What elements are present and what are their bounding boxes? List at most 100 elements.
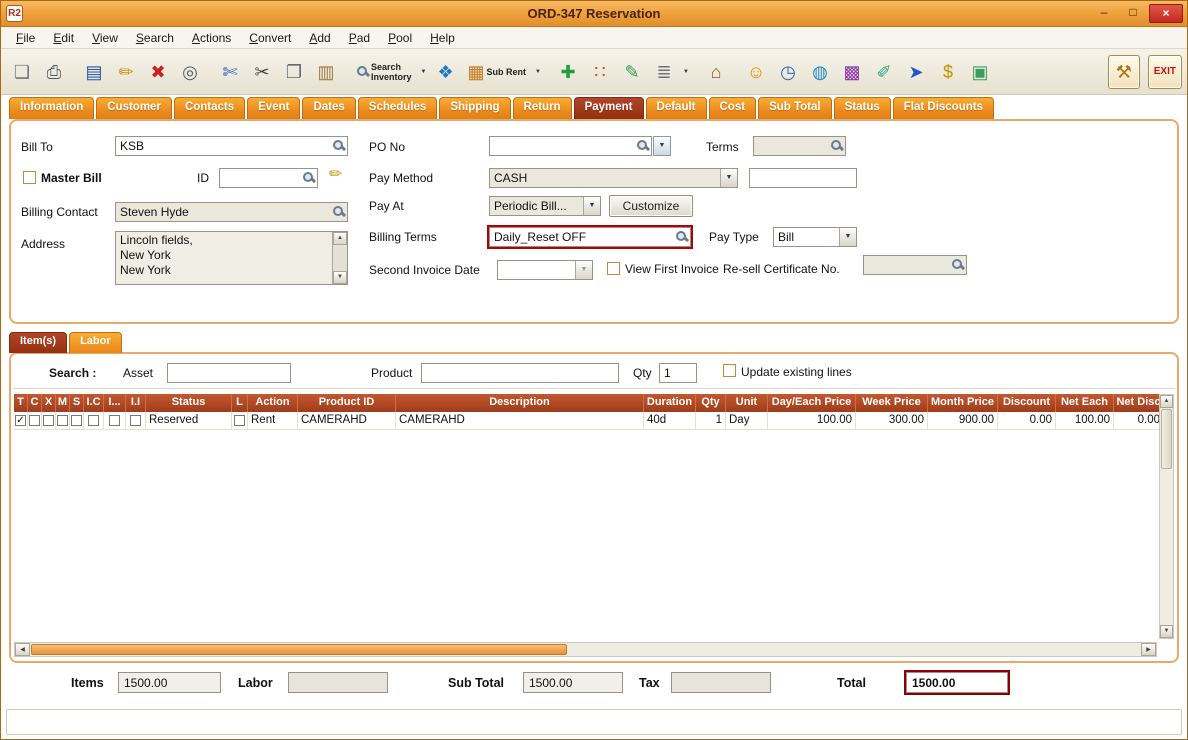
search-icon[interactable] (332, 205, 345, 218)
cell-m[interactable] (56, 412, 70, 429)
row-checkbox[interactable] (57, 415, 68, 426)
pay-type-combo[interactable]: Bill ▼ (773, 227, 857, 247)
minimize-button[interactable]: – (1091, 4, 1117, 23)
qty-input[interactable] (659, 363, 697, 383)
items-total-input[interactable] (118, 672, 221, 693)
pay-at-combo[interactable]: Periodic Bill... ▼ (489, 196, 601, 216)
items-tab-labor[interactable]: Labor (69, 332, 122, 353)
col-c[interactable]: C (28, 394, 42, 412)
search-inventory-button[interactable]: Search Inventory (350, 55, 418, 89)
tab-shipping[interactable]: Shipping (439, 97, 510, 119)
scroll-right-icon[interactable]: ▶ (1141, 643, 1156, 656)
update-existing-lines-checkbox[interactable] (723, 364, 736, 377)
cell-net-disc[interactable]: 0.00 (1114, 412, 1164, 429)
add-line-button[interactable]: ✚ (552, 55, 584, 89)
notes-button[interactable]: ✎ (616, 55, 648, 89)
address-scrollbar[interactable]: ▲ ▼ (332, 232, 347, 284)
blocks-button[interactable]: ▣ (964, 55, 996, 89)
menu-actions[interactable]: Actions (183, 29, 240, 47)
cell-discount[interactable]: 0.00 (998, 412, 1056, 429)
col-net-each[interactable]: Net Each (1056, 394, 1114, 412)
billing-terms-input[interactable] (489, 227, 691, 247)
col-net-disc[interactable]: Net Disc (1114, 394, 1164, 412)
labor-total-input[interactable] (288, 672, 388, 693)
assembly-button[interactable]: ❖ (430, 55, 462, 89)
cell-s[interactable] (70, 412, 84, 429)
menu-convert[interactable]: Convert (240, 29, 300, 47)
row-checkbox[interactable] (15, 415, 26, 426)
menu-add[interactable]: Add (300, 29, 339, 47)
row-checkbox[interactable] (130, 415, 141, 426)
copies-dropdown[interactable]: ▼ (680, 55, 692, 89)
cut-document-button[interactable]: ✄ (214, 55, 246, 89)
tab-sub-total[interactable]: Sub Total (758, 97, 832, 119)
cut-button[interactable]: ✂ (246, 55, 278, 89)
sub-rent-button[interactable]: ▦Sub Rent (462, 55, 533, 89)
col-month-price[interactable]: Month Price (928, 394, 998, 412)
address-field[interactable]: Lincoln fields, New York New York ▲ ▼ (115, 231, 348, 285)
cell-i[interactable] (104, 412, 126, 429)
currency-button[interactable]: $ (932, 55, 964, 89)
col-unit[interactable]: Unit (726, 394, 768, 412)
tax-input[interactable] (671, 672, 771, 693)
chevron-down-icon[interactable]: ▼ (720, 169, 737, 187)
cube-button[interactable]: ▩ (836, 55, 868, 89)
edit-button[interactable]: ✏ (110, 55, 142, 89)
tab-payment[interactable]: Payment (574, 97, 644, 119)
col-i[interactable]: I... (104, 394, 126, 412)
col-i-c[interactable]: I.C (84, 394, 104, 412)
tab-cost[interactable]: Cost (709, 97, 757, 119)
col-qty[interactable]: Qty (696, 394, 726, 412)
scroll-down-icon[interactable]: ▼ (1160, 625, 1173, 638)
print-button[interactable]: ⎙ (38, 55, 70, 89)
cell-day-each-price[interactable]: 100.00 (768, 412, 856, 429)
scroll-down-icon[interactable]: ▼ (333, 271, 347, 284)
chevron-down-icon[interactable]: ▼ (575, 261, 592, 279)
new-document-button[interactable]: ❏ (6, 55, 38, 89)
row-checkbox[interactable] (43, 415, 54, 426)
row-checkbox[interactable] (109, 415, 120, 426)
menu-search[interactable]: Search (127, 29, 183, 47)
bill-to-input[interactable] (115, 136, 348, 156)
col-t[interactable]: T (14, 394, 28, 412)
po-no-dropdown[interactable]: ▼ (653, 136, 671, 156)
col-i-i[interactable]: I.I (126, 394, 146, 412)
cell-product-id[interactable]: CAMERAHD (298, 412, 396, 429)
product-input[interactable] (421, 363, 619, 383)
sub-rent-dropdown[interactable]: ▼ (532, 55, 544, 89)
chevron-down-icon[interactable]: ▼ (583, 197, 600, 215)
maximize-button[interactable]: □ (1120, 4, 1146, 23)
horizontal-scroll-thumb[interactable] (31, 644, 567, 655)
delete-button[interactable]: ✖ (142, 55, 174, 89)
row-checkbox[interactable] (29, 415, 40, 426)
cell-x[interactable] (42, 412, 56, 429)
pay-method-combo[interactable]: CASH ▼ (489, 168, 738, 188)
cell-week-price[interactable]: 300.00 (856, 412, 928, 429)
disc-button[interactable]: ◍ (804, 55, 836, 89)
copies-button[interactable]: ≣ (648, 55, 680, 89)
col-s[interactable]: S (70, 394, 84, 412)
cell-month-price[interactable]: 900.00 (928, 412, 998, 429)
transfer-button[interactable]: ➤ (900, 55, 932, 89)
tools-button[interactable]: ⚒ (1108, 55, 1140, 89)
search-icon[interactable] (302, 171, 315, 184)
cell-c[interactable] (28, 412, 42, 429)
cell-action[interactable]: Rent (248, 412, 298, 429)
second-invoice-date-combo[interactable]: ▼ (497, 260, 593, 280)
tab-schedules[interactable]: Schedules (358, 97, 438, 119)
cell-l[interactable] (232, 412, 248, 429)
pay-method-extra-input[interactable] (749, 168, 857, 188)
sub-total-input[interactable] (523, 672, 623, 693)
asset-input[interactable] (167, 363, 291, 383)
view-first-invoice-checkbox[interactable] (607, 262, 620, 275)
batch-print-button[interactable]: ⌂ (700, 55, 732, 89)
cell-net-each[interactable]: 100.00 (1056, 412, 1114, 429)
tab-status[interactable]: Status (834, 97, 891, 119)
find-button[interactable]: ◎ (174, 55, 206, 89)
col-day-each-price[interactable]: Day/Each Price (768, 394, 856, 412)
col-x[interactable]: X (42, 394, 56, 412)
cell-unit[interactable]: Day (726, 412, 768, 429)
search-icon[interactable] (675, 230, 688, 243)
feedback-button[interactable]: ☺ (740, 55, 772, 89)
scroll-up-icon[interactable]: ▲ (333, 232, 347, 245)
